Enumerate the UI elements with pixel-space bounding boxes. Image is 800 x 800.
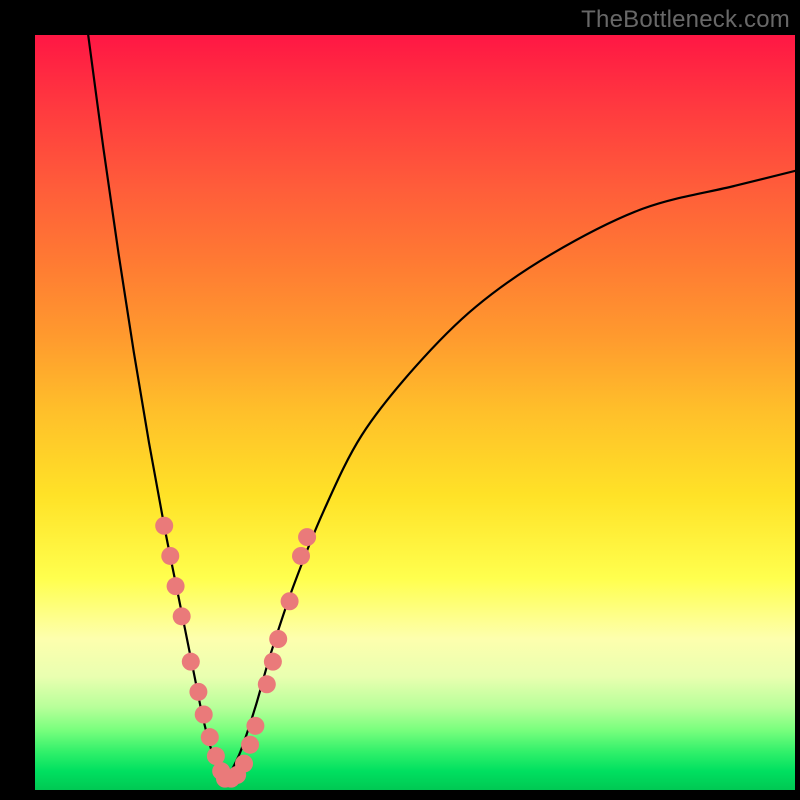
data-bead	[155, 517, 173, 535]
curve-right-branch	[225, 171, 795, 783]
data-bead	[241, 736, 259, 754]
data-bead	[264, 653, 282, 671]
curve-layer	[35, 35, 795, 790]
data-bead	[298, 528, 316, 546]
data-bead	[258, 675, 276, 693]
data-bead	[281, 592, 299, 610]
data-bead	[189, 683, 207, 701]
chart-frame: TheBottleneck.com	[0, 0, 800, 800]
data-bead	[195, 706, 213, 724]
data-bead	[235, 755, 253, 773]
plot-area	[35, 35, 795, 790]
data-bead	[269, 630, 287, 648]
data-bead	[201, 728, 219, 746]
data-bead	[173, 607, 191, 625]
data-bead	[182, 653, 200, 671]
curve-left-branch	[88, 35, 225, 782]
watermark-text: TheBottleneck.com	[581, 6, 790, 34]
data-bead	[161, 547, 179, 565]
data-bead	[292, 547, 310, 565]
data-bead	[246, 717, 264, 735]
data-bead	[167, 577, 185, 595]
